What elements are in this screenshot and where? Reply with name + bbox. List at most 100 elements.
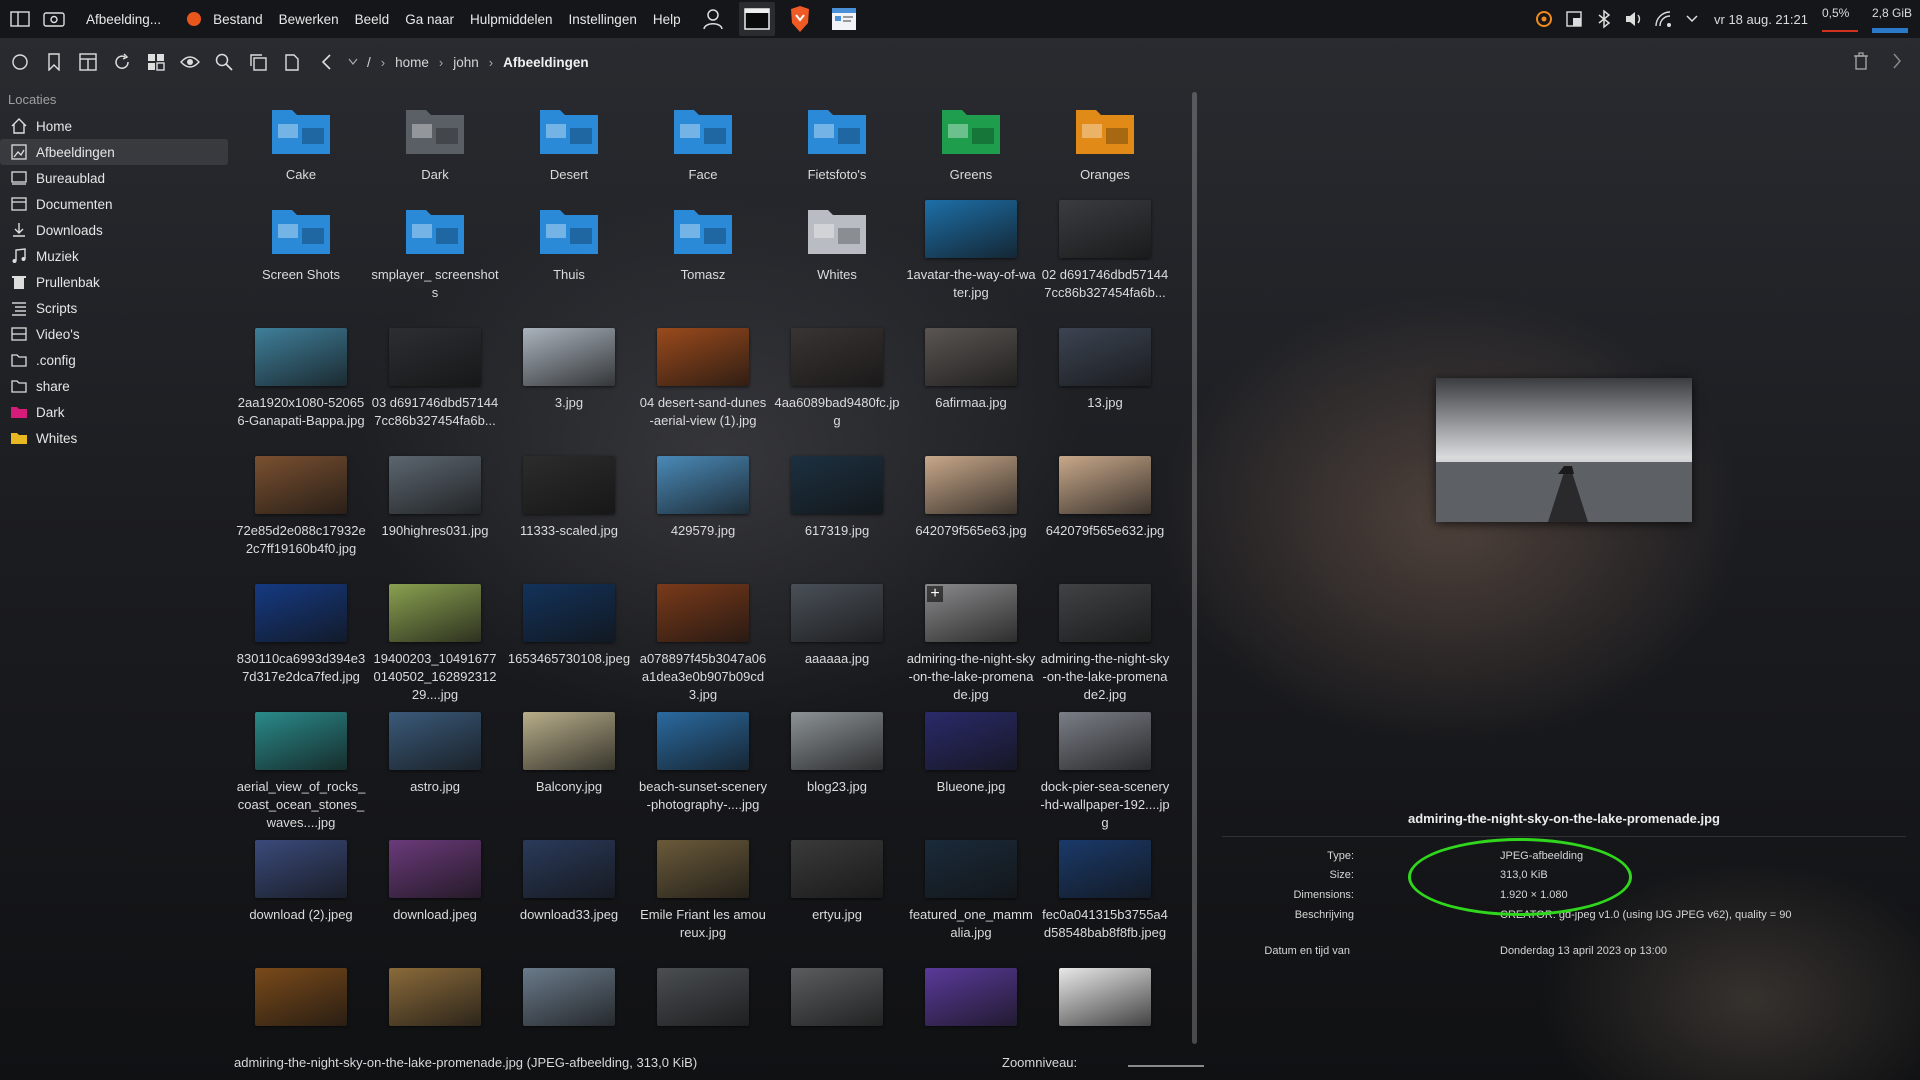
paste-icon[interactable] <box>275 47 309 77</box>
eye-preview-icon[interactable] <box>173 47 207 77</box>
image-file-item[interactable]: 11333-scaled.jpg <box>502 452 636 580</box>
grid-scrollbar[interactable] <box>1192 92 1197 1044</box>
image-file-item[interactable] <box>368 964 502 1051</box>
image-file-item[interactable] <box>770 964 904 1051</box>
image-file-item[interactable]: aerial_view_of_rocks_coast_ocean_stones_… <box>234 708 368 836</box>
breadcrumb-john[interactable]: john <box>449 55 483 70</box>
breadcrumb-current[interactable]: Afbeeldingen <box>499 55 593 70</box>
sidebar-item-scripts[interactable]: Scripts <box>0 295 232 321</box>
user-icon[interactable] <box>701 7 725 31</box>
image-file-item[interactable]: beach-sunset-scenery-photography-....jpg <box>636 708 770 836</box>
image-file-item[interactable]: 190highres031.jpg <box>368 452 502 580</box>
folder-item[interactable]: smplayer_ screenshots <box>368 196 502 324</box>
sidebar-item-afbeeldingen[interactable]: Afbeeldingen <box>0 139 228 165</box>
image-file-item[interactable]: download.jpeg <box>368 836 502 964</box>
breadcrumb-root[interactable]: / <box>363 55 375 70</box>
image-file-item[interactable] <box>636 964 770 1051</box>
image-file-item[interactable]: 642079f565e632.jpg <box>1038 452 1170 580</box>
folder-item[interactable]: Whites <box>770 196 904 324</box>
image-file-item[interactable]: 3.jpg <box>502 324 636 452</box>
forward-panel-chevron-icon[interactable] <box>1892 52 1902 73</box>
image-file-item[interactable]: 1653465730108.jpeg <box>502 580 636 708</box>
split-view-icon[interactable] <box>71 47 105 77</box>
image-file-item[interactable]: 429579.jpg <box>636 452 770 580</box>
breadcrumb-home[interactable]: home <box>391 55 433 70</box>
image-file-item[interactable]: Blueone.jpg <box>904 708 1038 836</box>
select-plus-icon[interactable]: + <box>927 586 943 602</box>
network-icon[interactable] <box>1652 7 1676 31</box>
menu-item-6[interactable]: Help <box>645 12 689 27</box>
folder-item[interactable]: Face <box>636 96 770 196</box>
image-file-item[interactable]: 03 d691746dbd571447cc86b327454fa6b... <box>368 324 502 452</box>
menu-item-3[interactable]: Ga naar <box>397 12 462 27</box>
image-file-item[interactable] <box>502 964 636 1051</box>
image-file-item[interactable]: dock-pier-sea-scenery-hd-wallpaper-192..… <box>1038 708 1170 836</box>
image-file-item[interactable]: 72e85d2e088c17932e2c7ff19160b4f0.jpg <box>234 452 368 580</box>
sidebar-item-home[interactable]: Home <box>0 113 232 139</box>
menu-item-0[interactable]: Bestand <box>205 12 271 27</box>
update-notifier-icon[interactable] <box>1532 7 1556 31</box>
image-file-item[interactable]: 19400203_104916770140502_16289231229....… <box>368 580 502 708</box>
image-file-item[interactable]: featured_one_mammalia.jpg <box>904 836 1038 964</box>
image-file-item[interactable]: ertyu.jpg <box>770 836 904 964</box>
folder-item[interactable]: Screen Shots <box>234 196 368 324</box>
folder-item[interactable]: Dark <box>368 96 502 196</box>
circle-icon[interactable] <box>3 47 37 77</box>
sidebar-item-muziek[interactable]: Muziek <box>0 243 232 269</box>
app-launcher-icon[interactable] <box>8 7 32 31</box>
file-manager-task-icon[interactable] <box>829 4 859 34</box>
menu-item-4[interactable]: Hulpmiddelen <box>462 12 561 27</box>
folder-item[interactable]: Tomasz <box>636 196 770 324</box>
image-file-item[interactable]: download (2).jpeg <box>234 836 368 964</box>
image-file-item[interactable]: 617319.jpg <box>770 452 904 580</box>
image-file-item[interactable]: 6afirmaa.jpg <box>904 324 1038 452</box>
image-file-item[interactable]: fec0a041315b3755a4d58548bab8f8fb.jpeg <box>1038 836 1170 964</box>
image-file-item[interactable]: + admiring-the-night-sky-on-the-lake-prom… <box>904 580 1038 708</box>
grid-view-icon[interactable] <box>139 47 173 77</box>
folder-item[interactable]: Desert <box>502 96 636 196</box>
sidebar-item-config[interactable]: .config <box>0 347 232 373</box>
clock[interactable]: vr 18 aug. 21:21 <box>1714 12 1808 27</box>
volume-icon[interactable] <box>1622 7 1646 31</box>
image-file-item[interactable] <box>234 964 368 1051</box>
image-file-item[interactable] <box>1038 964 1170 1051</box>
sidebar-item-downloads[interactable]: Downloads <box>0 217 232 243</box>
image-file-item[interactable]: astro.jpg <box>368 708 502 836</box>
image-file-item[interactable]: 13.jpg <box>1038 324 1170 452</box>
image-file-item[interactable]: admiring-the-night-sky-on-the-lake-prome… <box>1038 580 1170 708</box>
folder-item[interactable]: Oranges <box>1038 96 1170 196</box>
image-file-item[interactable]: a078897f45b3047a06a1dea3e0b907b09cd3.jpg <box>636 580 770 708</box>
folder-item[interactable]: Cake <box>234 96 368 196</box>
sidebar-item-share[interactable]: share <box>0 373 232 399</box>
menu-item-1[interactable]: Bewerken <box>271 12 347 27</box>
folder-item[interactable]: Fietsfoto's <box>770 96 904 196</box>
sidebar-item-videos[interactable]: Video's <box>0 321 232 347</box>
image-file-item[interactable]: 4aa6089bad9480fc.jpg <box>770 324 904 452</box>
image-file-item[interactable]: 04 desert-sand-dunes-aerial-view (1).jpg <box>636 324 770 452</box>
folder-item[interactable]: Thuis <box>502 196 636 324</box>
screenshot-icon[interactable] <box>42 7 66 31</box>
sidebar-item-bureaublad[interactable]: Bureaublad <box>0 165 232 191</box>
sidebar-item-documenten[interactable]: Documenten <box>0 191 232 217</box>
image-file-item[interactable] <box>904 964 1038 1051</box>
folder-item[interactable]: Greens <box>904 96 1038 196</box>
brave-browser-icon[interactable] <box>785 4 815 34</box>
history-dropdown-icon[interactable] <box>343 47 363 77</box>
copy-icon[interactable] <box>241 47 275 77</box>
image-file-item[interactable]: aaaaaa.jpg <box>770 580 904 708</box>
zoom-slider[interactable] <box>1128 1065 1204 1067</box>
sidebar-item-prullenbak[interactable]: Prullenbak <box>0 269 232 295</box>
memory-monitor[interactable]: 2,8 GiB <box>1871 6 1912 33</box>
bookmark-icon[interactable] <box>37 47 71 77</box>
image-file-item[interactable]: 830110ca6993d394e37d317e2dca7fed.jpg <box>234 580 368 708</box>
image-file-item[interactable]: 02 d691746dbd571447cc86b327454fa6b... <box>1038 196 1170 324</box>
image-file-item[interactable]: download33.jpeg <box>502 836 636 964</box>
image-file-item[interactable]: 1avatar-the-way-of-water.jpg <box>904 196 1038 324</box>
image-file-item[interactable]: blog23.jpg <box>770 708 904 836</box>
menu-item-5[interactable]: Instellingen <box>561 12 645 27</box>
image-file-item[interactable]: 642079f565e63.jpg <box>904 452 1038 580</box>
menu-item-2[interactable]: Beeld <box>347 12 398 27</box>
terminal-task-icon[interactable] <box>738 2 775 36</box>
image-file-item[interactable]: 2aa1920x1080-520656-Ganapati-Bappa.jpg <box>234 324 368 452</box>
image-file-item[interactable]: Emile Friant les amoureux.jpg <box>636 836 770 964</box>
